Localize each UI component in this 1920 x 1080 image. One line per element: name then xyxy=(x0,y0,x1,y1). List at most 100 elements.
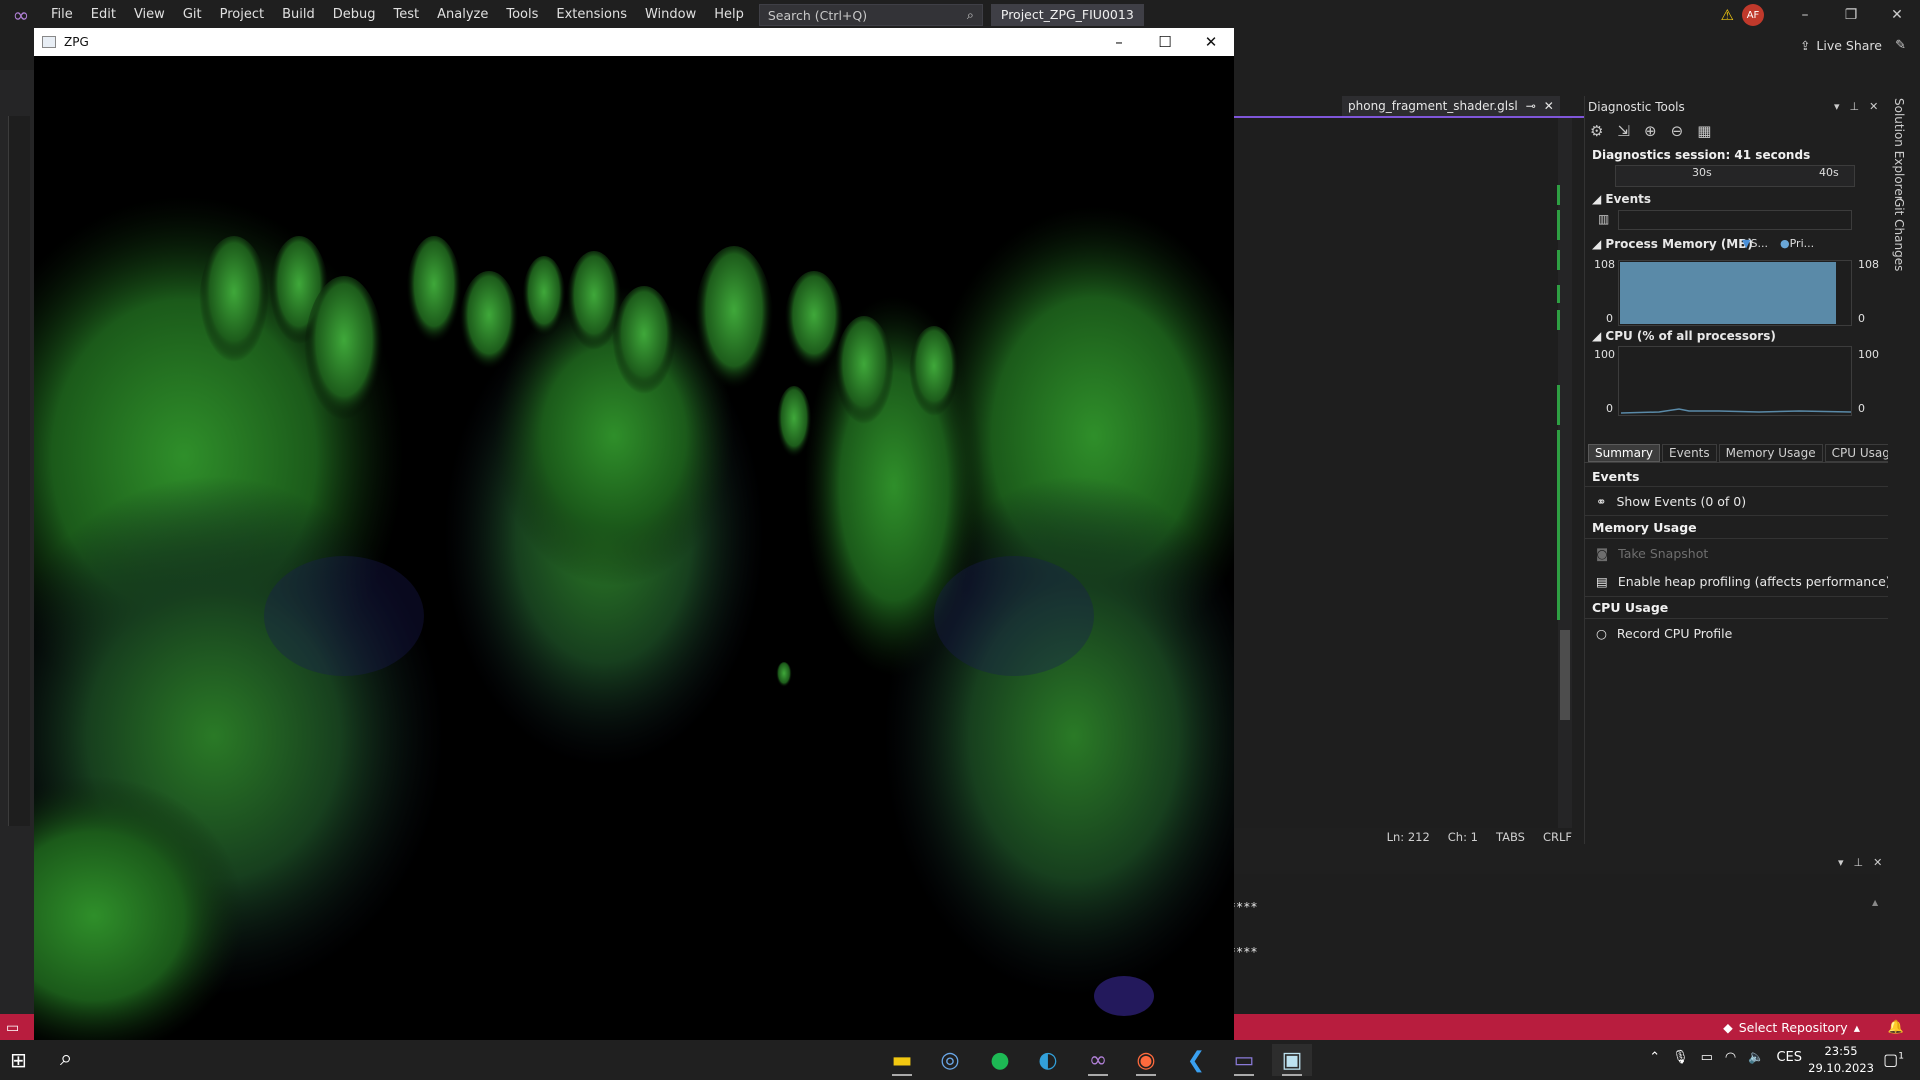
opengl-forest-scene[interactable] xyxy=(0,56,1264,1056)
editor-scrollbar[interactable] xyxy=(1558,118,1572,828)
volume-icon[interactable]: 🔈 xyxy=(1748,1050,1764,1065)
minimize-icon[interactable]: – xyxy=(1782,7,1828,23)
reset-view-icon[interactable]: ▦ xyxy=(1697,122,1711,140)
tab-memory-usage[interactable]: Memory Usage xyxy=(1718,444,1823,462)
chevron-up-icon[interactable]: ⌃ xyxy=(1649,1050,1660,1065)
pin-icon[interactable]: ⊸ xyxy=(1526,99,1536,113)
spotify-icon[interactable]: ● xyxy=(980,1044,1020,1076)
minimize-icon[interactable]: – xyxy=(1096,28,1142,56)
cpu-min-right: 0 xyxy=(1858,402,1865,415)
cursor-col[interactable]: Ch: 1 xyxy=(1448,830,1478,844)
project-name-badge[interactable]: Project_ZPG_FIU0013 xyxy=(990,4,1144,26)
system-clock[interactable]: 23:55 29.10.2023 xyxy=(1808,1043,1874,1077)
menu-help[interactable]: Help xyxy=(705,0,753,30)
file-explorer-icon[interactable]: ▬ xyxy=(882,1044,922,1076)
notifications-icon[interactable]: 🔔 xyxy=(1888,1020,1904,1035)
summary-cpu-heading: CPU Usage xyxy=(1592,600,1669,615)
menu-window[interactable]: Window xyxy=(636,0,705,30)
cpu-section-label[interactable]: ◢ CPU (% of all processors) xyxy=(1592,329,1776,343)
memory-min-right: 0 xyxy=(1858,312,1865,325)
edge-icon[interactable]: ◐ xyxy=(1028,1044,1068,1076)
solution-explorer-tab[interactable]: Solution Explorer xyxy=(1892,98,1906,201)
warning-icon[interactable]: ⚠ xyxy=(1721,6,1734,24)
avatar[interactable]: AF xyxy=(1742,4,1764,26)
menu-git[interactable]: Git xyxy=(174,0,211,30)
close-icon[interactable]: ✕ xyxy=(1188,28,1234,56)
menu-project[interactable]: Project xyxy=(211,0,273,30)
git-icon: ◆ xyxy=(1723,1020,1733,1035)
cpu-min-left: 0 xyxy=(1606,402,1613,415)
microphone-icon[interactable]: 🎙 xyxy=(1672,1050,1689,1065)
memory-max-left: 108 xyxy=(1594,258,1615,271)
vscode-icon[interactable]: ❮ xyxy=(1176,1044,1216,1076)
dropdown-icon[interactable]: ▾ xyxy=(1838,856,1844,869)
menu-extensions[interactable]: Extensions xyxy=(547,0,636,30)
tab-events[interactable]: Events xyxy=(1662,444,1717,462)
status-message-icon[interactable]: ▭ xyxy=(6,1020,19,1036)
visual-studio-icon[interactable]: ∞ xyxy=(1078,1044,1118,1076)
menu-view[interactable]: View xyxy=(125,0,174,30)
close-icon[interactable]: ✕ xyxy=(1874,7,1920,23)
pin-icon[interactable]: ⊥ xyxy=(1850,100,1860,113)
indent-mode[interactable]: TABS xyxy=(1496,830,1525,844)
battery-icon[interactable]: ▭ xyxy=(1701,1050,1713,1065)
gear-icon[interactable]: ⚙ xyxy=(1590,122,1603,140)
zpg-window-title: ZPG xyxy=(64,35,89,49)
show-events-link[interactable]: ⚭ Show Events (0 of 0) xyxy=(1596,494,1746,509)
action-center-icon[interactable]: ▢1 xyxy=(1883,1050,1904,1069)
vs-search-box[interactable]: Search (Ctrl+Q) ⌕ xyxy=(758,4,983,26)
record-cpu-button[interactable]: ○ Record CPU Profile xyxy=(1596,626,1732,641)
live-share-button[interactable]: ⇪ Live Share xyxy=(1800,38,1882,53)
search-icon: ⌕ xyxy=(966,7,974,22)
output-scrollbar[interactable]: ▲ xyxy=(1872,898,1884,1006)
select-repository-label: Select Repository xyxy=(1738,1020,1848,1035)
feedback-icon[interactable]: ✎ xyxy=(1895,38,1906,53)
close-icon[interactable]: ✕ xyxy=(1873,856,1882,869)
language-indicator[interactable]: CES xyxy=(1776,1050,1802,1065)
zpg-titlebar[interactable]: ZPG – ☐ ✕ xyxy=(34,28,1234,56)
events-icon: ▥ xyxy=(1598,212,1610,226)
heap-profiling-button[interactable]: ▤ Enable heap profiling (affects perform… xyxy=(1596,574,1891,589)
zoom-out-icon[interactable]: ⊖ xyxy=(1671,122,1684,140)
dropdown-icon[interactable]: ▾ xyxy=(1834,100,1840,113)
close-icon[interactable]: ✕ xyxy=(1544,99,1554,113)
menu-build[interactable]: Build xyxy=(273,0,324,30)
tab-divider xyxy=(1584,462,1888,463)
windows-start-icon[interactable]: ⊞ xyxy=(10,1048,27,1072)
memory-section-label[interactable]: ◢ Process Memory (MB) xyxy=(1592,237,1753,251)
tab-summary[interactable]: Summary xyxy=(1588,444,1660,462)
menu-analyze[interactable]: Analyze xyxy=(428,0,497,30)
menu-file[interactable]: File xyxy=(42,0,82,30)
events-track[interactable] xyxy=(1618,210,1852,230)
git-changes-tab[interactable]: Git Changes xyxy=(1892,198,1906,271)
cpu-chart[interactable] xyxy=(1618,346,1852,416)
maximize-icon[interactable]: ☐ xyxy=(1142,28,1188,56)
menu-debug[interactable]: Debug xyxy=(324,0,385,30)
terminal-icon[interactable]: ▭ xyxy=(1224,1044,1264,1076)
menu-edit[interactable]: Edit xyxy=(82,0,125,30)
restore-icon[interactable]: ❐ xyxy=(1828,7,1874,23)
cursor-line[interactable]: Ln: 212 xyxy=(1387,830,1430,844)
change-marker xyxy=(1557,310,1560,330)
browser-icon[interactable]: ◎ xyxy=(930,1044,970,1076)
events-section-label[interactable]: ◢ Events xyxy=(1592,192,1651,206)
menu-tools[interactable]: Tools xyxy=(497,0,547,30)
pin-icon[interactable]: ⊥ xyxy=(1854,856,1864,869)
editor-scroll-thumb[interactable] xyxy=(1560,630,1570,720)
zoom-in-icon[interactable]: ⊕ xyxy=(1644,122,1657,140)
search-icon[interactable]: ⌕ xyxy=(60,1046,72,1071)
line-ending[interactable]: CRLF xyxy=(1543,830,1572,844)
close-icon[interactable]: ✕ xyxy=(1869,100,1878,113)
timeline-tick: 30s xyxy=(1692,166,1712,179)
discord-icon[interactable]: ◉ xyxy=(1126,1044,1166,1076)
vs-menubar: ∞ File Edit View Git Project Build Debug… xyxy=(0,0,1920,30)
visual-studio-logo-icon[interactable]: ∞ xyxy=(0,0,42,30)
select-repository-button[interactable]: ◆ Select Repository ▴ xyxy=(1723,1020,1860,1035)
editor-tab-active[interactable]: phong_fragment_shader.glsl ⊸ ✕ xyxy=(1342,96,1560,116)
zpg-app-icon[interactable]: ▣ xyxy=(1272,1044,1312,1076)
wifi-icon[interactable]: ◠ xyxy=(1725,1050,1736,1065)
export-icon[interactable]: ⇲ xyxy=(1617,122,1630,140)
session-timeline[interactable]: 30s 40s xyxy=(1615,165,1855,187)
take-snapshot-button[interactable]: ◙ Take Snapshot xyxy=(1596,546,1708,561)
menu-test[interactable]: Test xyxy=(385,0,429,30)
